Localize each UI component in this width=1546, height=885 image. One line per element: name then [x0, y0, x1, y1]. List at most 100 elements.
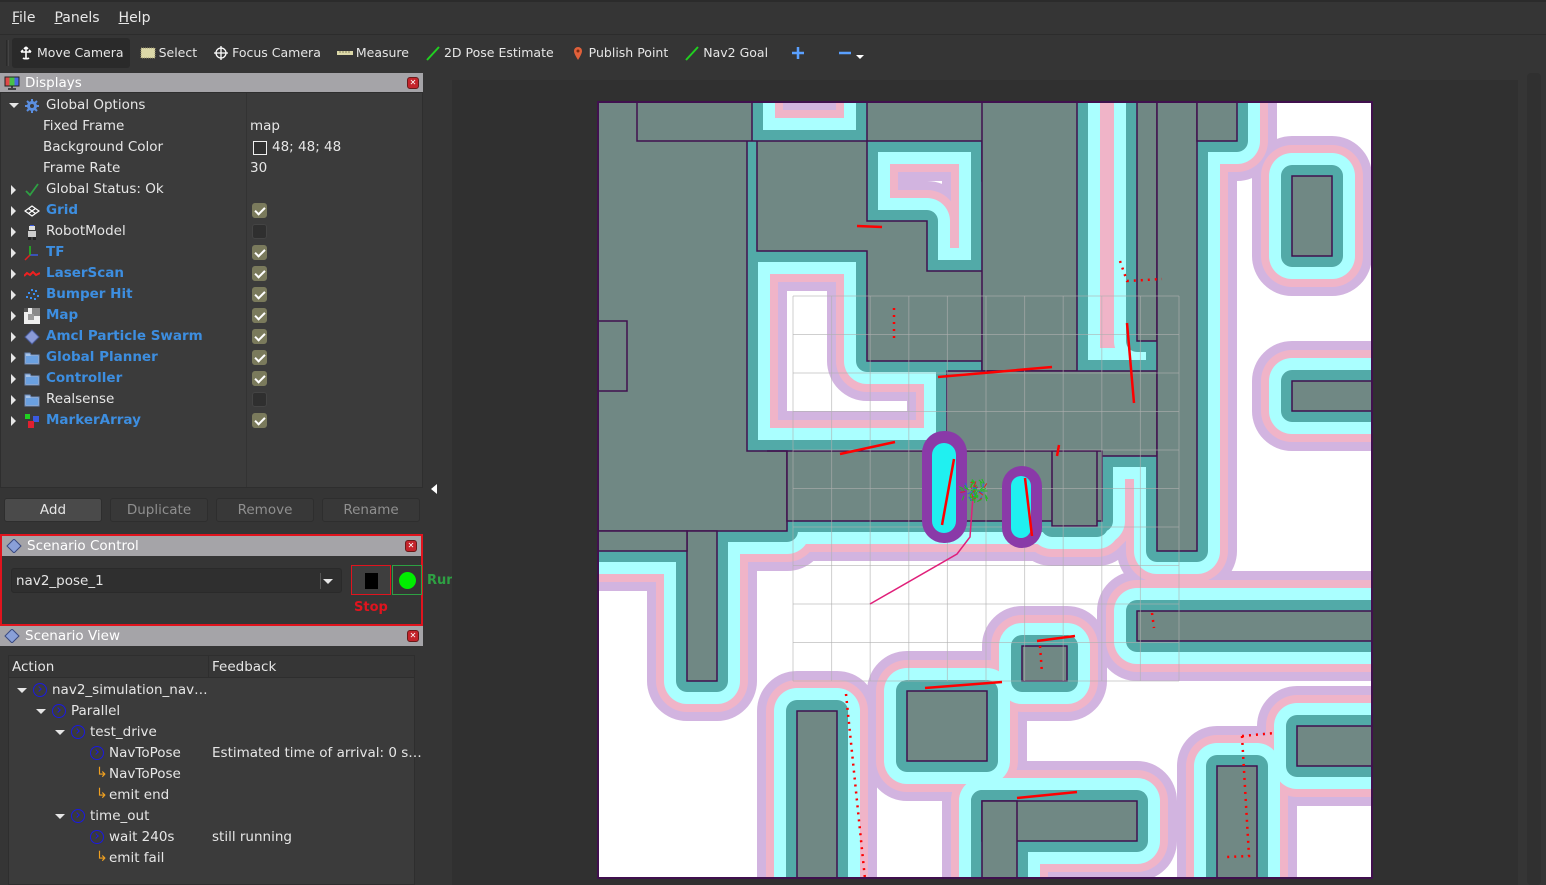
tree-value[interactable]: map — [250, 118, 280, 134]
tool-nav2-goal[interactable]: Nav2 Goal — [678, 38, 774, 68]
scenario-select-value: nav2_pose_1 — [16, 572, 104, 589]
tree-item-laserscan[interactable]: LaserScan — [1, 263, 422, 284]
expand-arrow-right-icon[interactable] — [11, 248, 16, 258]
stop-icon — [365, 573, 378, 589]
tool-select[interactable]: Select — [134, 38, 204, 68]
enable-checkbox[interactable] — [252, 392, 267, 407]
tool-move-camera[interactable]: Move Camera — [12, 37, 130, 68]
enable-checkbox[interactable] — [252, 350, 267, 365]
tree-global-options[interactable]: Global Options — [1, 95, 422, 116]
expand-arrow-right-icon[interactable] — [11, 311, 16, 321]
enable-checkbox[interactable] — [252, 224, 267, 239]
combo-separator — [320, 573, 321, 589]
expand-arrow-right-icon[interactable] — [11, 185, 16, 195]
displays-tree: Global Options Fixed Frame map Background C… — [0, 92, 423, 488]
enable-checkbox[interactable] — [252, 371, 267, 386]
scenario-tree-row[interactable]: test_drive — [9, 722, 414, 743]
tree-item-tf[interactable]: TF — [1, 242, 422, 263]
tree-fixed-frame[interactable]: Fixed Frame map — [1, 116, 422, 137]
menu-panels[interactable]: Panels — [54, 10, 99, 26]
expand-arrow-right-icon[interactable] — [11, 416, 16, 426]
tool-measure[interactable]: Measure — [331, 38, 415, 68]
check-icon — [24, 182, 40, 198]
column-header-action[interactable]: Action — [9, 656, 209, 677]
enable-checkbox[interactable] — [252, 413, 267, 428]
scenario-tree-row[interactable]: NavToPose Estimated time of arrival: 0 s… — [9, 743, 422, 764]
expand-arrow-right-icon[interactable] — [11, 206, 16, 216]
close-scenario-control-icon[interactable]: ✕ — [405, 540, 417, 552]
obstacle — [946, 370, 1158, 457]
duplicate-display-button[interactable]: Duplicate — [110, 498, 208, 522]
scenario-tree-row[interactable]: ↳ emit end — [9, 785, 414, 806]
enable-checkbox[interactable] — [252, 308, 267, 323]
laser-icon — [23, 266, 41, 282]
toolbar-grip[interactable] — [6, 39, 9, 66]
scenario-tree-row[interactable]: Parallel — [9, 701, 414, 722]
rename-display-button[interactable]: Rename — [322, 498, 420, 522]
expand-arrow-down-icon[interactable] — [17, 688, 27, 693]
stop-button[interactable] — [351, 565, 391, 595]
scenario-select[interactable]: nav2_pose_1 — [11, 568, 342, 593]
collapse-left-dock-icon[interactable] — [431, 484, 437, 494]
expand-arrow-down-icon[interactable] — [55, 730, 65, 735]
expand-arrow-right-icon[interactable] — [11, 227, 16, 237]
tree-label: RobotModel — [46, 223, 126, 239]
move-camera-icon — [18, 45, 34, 61]
close-displays-icon[interactable]: ✕ — [407, 77, 419, 89]
tree-item-map[interactable]: Map — [1, 305, 422, 326]
scenario-tree-row[interactable]: wait 240s still running — [9, 827, 414, 848]
expand-arrow-right-icon[interactable] — [11, 353, 16, 363]
tool-publish-point[interactable]: Publish Point — [564, 38, 675, 68]
expand-arrow-down-icon[interactable] — [9, 103, 19, 108]
tree-item-amcl-particle-swarm[interactable]: Amcl Particle Swarm — [1, 326, 422, 347]
tree-value[interactable]: 48; 48; 48 — [272, 139, 341, 155]
tree-label: Realsense — [46, 391, 115, 407]
enable-checkbox[interactable] — [252, 203, 267, 218]
expand-arrow-right-icon[interactable] — [11, 269, 16, 279]
column-header-feedback[interactable]: Feedback — [209, 656, 276, 677]
obstacle — [1021, 645, 1068, 682]
tree-item-grid[interactable]: Grid — [1, 200, 422, 221]
color-swatch[interactable] — [253, 141, 267, 155]
enable-checkbox[interactable] — [252, 245, 267, 260]
scenario-tree-row[interactable]: ↳ NavToPose — [9, 764, 414, 785]
enable-checkbox[interactable] — [252, 266, 267, 281]
close-scenario-view-icon[interactable]: ✕ — [407, 630, 419, 642]
menu-help[interactable]: Help — [119, 10, 151, 26]
expand-arrow-right-icon[interactable] — [11, 290, 16, 300]
enable-checkbox[interactable] — [252, 287, 267, 302]
tree-item-bumper-hit[interactable]: Bumper Hit — [1, 284, 422, 305]
expand-arrow-down-icon[interactable] — [55, 814, 65, 819]
tool-focus-camera-label: Focus Camera — [232, 45, 321, 60]
scenario-tree-row[interactable]: time_out — [9, 806, 414, 827]
right-dock-strip[interactable] — [1527, 73, 1541, 885]
remove-display-button[interactable]: Remove — [216, 498, 314, 522]
tree-background-color[interactable]: Background Color 48; 48; 48 — [1, 137, 422, 158]
scenario-tree-row[interactable]: nav2_simulation_nav… — [9, 680, 414, 701]
add-display-button[interactable]: Add — [4, 498, 102, 522]
action-label: NavToPose — [109, 766, 181, 782]
enable-checkbox[interactable] — [252, 329, 267, 344]
tool-2d-pose-estimate-label: 2D Pose Estimate — [443, 45, 554, 60]
expand-arrow-down-icon[interactable] — [36, 709, 46, 714]
remove-tool-button[interactable] — [831, 38, 870, 68]
tree-label: Global Planner — [46, 349, 158, 365]
tree-global-status[interactable]: Global Status: Ok — [1, 179, 422, 200]
tree-item-realsense[interactable]: Realsense — [1, 389, 422, 410]
tree-value[interactable]: 30 — [250, 160, 267, 176]
tree-item-markerarray[interactable]: MarkerArray — [1, 410, 422, 431]
menu-file[interactable]: File — [12, 10, 35, 26]
tool-focus-camera[interactable]: Focus Camera — [207, 38, 327, 68]
tree-item-global-planner[interactable]: Global Planner — [1, 347, 422, 368]
occupancy-map[interactable] — [597, 101, 1373, 879]
tree-frame-rate[interactable]: Frame Rate 30 — [1, 158, 422, 179]
tree-item-controller[interactable]: Controller — [1, 368, 422, 389]
tool-2d-pose-estimate[interactable]: 2D Pose Estimate — [419, 38, 560, 68]
expand-arrow-right-icon[interactable] — [11, 395, 16, 405]
add-tool-button[interactable] — [784, 38, 815, 68]
expand-arrow-right-icon[interactable] — [11, 332, 16, 342]
expand-arrow-right-icon[interactable] — [11, 374, 16, 384]
tree-item-robotmodel[interactable]: RobotModel — [1, 221, 422, 242]
scenario-tree-row[interactable]: ↳ emit fail — [9, 848, 414, 869]
tree-label: MarkerArray — [46, 412, 141, 428]
